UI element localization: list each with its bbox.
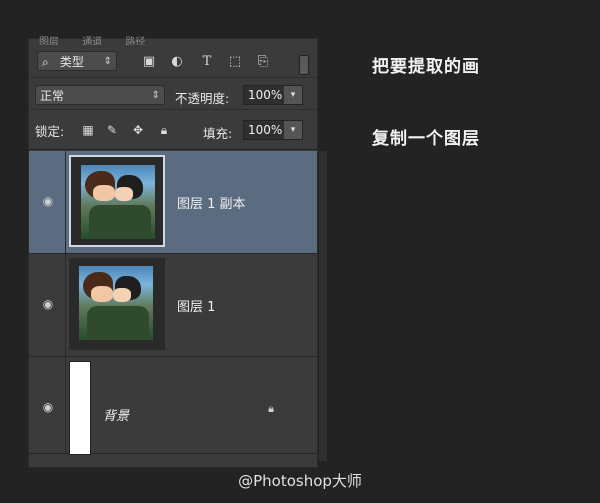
fill-input[interactable]: 100% ▾ [243, 120, 303, 140]
chevron-updown-icon: ⇕ [103, 56, 112, 67]
scrollbar[interactable] [319, 151, 327, 461]
smart-object-filter-icon[interactable]: ⎘ [255, 54, 271, 70]
tab-layers[interactable]: 图层 [39, 37, 59, 45]
chevron-down-icon[interactable]: ▾ [284, 86, 302, 104]
lock-label: 锁定: [35, 124, 65, 139]
shape-filter-icon[interactable]: ⬚ [227, 54, 243, 70]
lock-all-icon[interactable]: 🔒︎ [157, 123, 171, 137]
artwork-thumbnail [79, 266, 153, 340]
tab-paths[interactable]: 路径 [125, 37, 145, 45]
layer-name[interactable]: 图层 1 副本 [177, 193, 246, 212]
artwork-thumbnail [81, 165, 155, 239]
panel-tabs: 图层 通道 路径 [29, 33, 317, 45]
layer-thumbnail [69, 258, 165, 350]
layer-thumbnail [69, 155, 165, 247]
background-thumbnail [69, 361, 91, 455]
eye-icon[interactable]: ◉ [41, 195, 55, 207]
type-filter-icon[interactable]: T [199, 54, 215, 70]
opacity-input[interactable]: 100% ▾ [243, 85, 303, 105]
tab-channels[interactable]: 通道 [82, 37, 102, 45]
opacity-label: 不透明度: [175, 91, 230, 106]
eye-icon[interactable]: ◉ [41, 298, 55, 310]
visibility-column: ◉ [29, 151, 66, 253]
layer-name[interactable]: 图层 1 [177, 296, 215, 315]
filter-row: ⌕ 类型 ⇕ ▣ ◐ T ⬚ ⎘ [29, 45, 317, 78]
kind-filter-select[interactable]: ⌕ 类型 ⇕ [37, 51, 117, 71]
chevron-down-icon[interactable]: ▾ [284, 121, 302, 139]
annotation-line1: 把要提取的画 [372, 57, 480, 77]
layer-name[interactable]: 背景 [103, 405, 129, 424]
fill-label: 填充: [203, 126, 233, 141]
layer-row[interactable]: ◉ 图层 1 [29, 254, 317, 357]
watermark-text: @Photoshop大师 [238, 472, 362, 490]
fill-value: 100% [248, 123, 283, 137]
layer-row[interactable]: ◉ 背景 🔒︎ [29, 357, 317, 455]
blend-row: 正常 ⇕ 不透明度: 100% ▾ [29, 79, 317, 110]
adjustment-filter-icon[interactable]: ◐ [169, 54, 185, 70]
annotation-line2: 复制一个图层 [372, 129, 480, 149]
layer-row[interactable]: ◉ 图层 1 副本 [29, 151, 317, 254]
filter-toggle[interactable] [299, 55, 309, 75]
lock-transparent-icon[interactable]: ▦ [81, 123, 95, 137]
lock-brush-icon[interactable]: ✎ [105, 123, 119, 137]
search-icon: ⌕ [42, 55, 49, 69]
chevron-updown-icon: ⇕ [151, 90, 160, 101]
kind-filter-label: 类型 [59, 55, 84, 69]
blend-mode-select[interactable]: 正常 ⇕ [35, 85, 165, 105]
opacity-value: 100% [248, 88, 283, 102]
layers-panel: 图层 通道 路径 ⌕ 类型 ⇕ ▣ ◐ T ⬚ ⎘ 正常 ⇕ 不透明度: 100… [28, 37, 327, 468]
visibility-column: ◉ [29, 357, 66, 453]
blend-mode-value: 正常 [40, 89, 65, 103]
visibility-column: ◉ [29, 254, 66, 356]
eye-icon[interactable]: ◉ [41, 401, 55, 413]
lock-icon: 🔒︎ [268, 402, 274, 415]
lock-move-icon[interactable]: ✥ [131, 123, 145, 137]
image-filter-icon[interactable]: ▣ [141, 54, 157, 70]
